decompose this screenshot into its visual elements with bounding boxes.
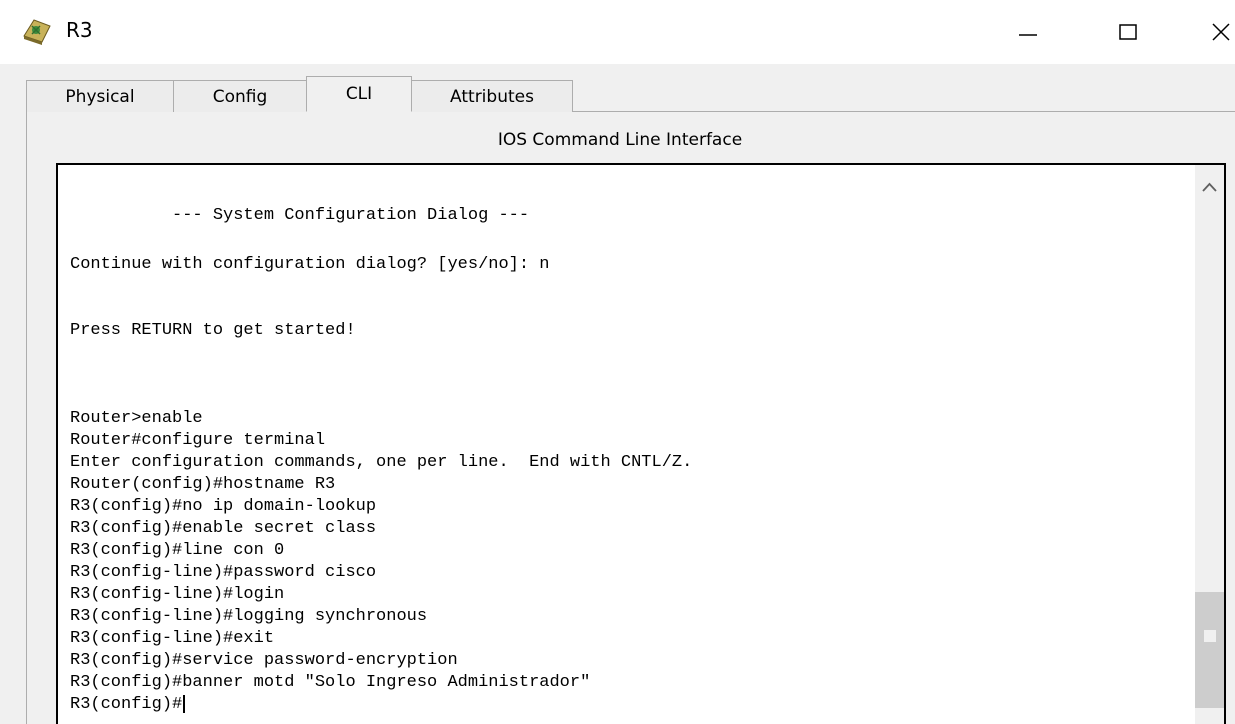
terminal-line: Router(config)#hostname R3 xyxy=(70,475,336,494)
terminal-line: Enter configuration commands, one per li… xyxy=(70,453,693,472)
terminal-line: R3(config-line)#logging synchronous xyxy=(70,607,428,626)
tab-config[interactable]: Config xyxy=(173,80,307,112)
tab-physical[interactable]: Physical xyxy=(26,80,174,112)
scroll-up-arrow-icon[interactable] xyxy=(1201,181,1218,193)
terminal-line: R3(config)#service password-encryption xyxy=(70,651,458,670)
maximize-button[interactable] xyxy=(1096,0,1160,64)
terminal-line: R3(config)#enable secret class xyxy=(70,519,377,538)
terminal-line: Press RETURN to get started! xyxy=(70,321,356,340)
text-cursor xyxy=(183,694,186,713)
panel-title: IOS Command Line Interface xyxy=(497,130,743,150)
scrollbar-grip xyxy=(1204,630,1216,642)
vertical-scrollbar[interactable] xyxy=(1195,165,1224,724)
tab-bar: Physical Config CLI Attributes xyxy=(26,76,573,112)
close-button[interactable] xyxy=(1196,0,1235,64)
router-app-icon xyxy=(23,19,51,45)
minimize-icon xyxy=(1019,34,1037,36)
terminal-line: Router>enable xyxy=(70,409,203,428)
maximize-icon xyxy=(1119,24,1137,40)
scrollbar-thumb[interactable] xyxy=(1195,592,1224,708)
terminal-output[interactable]: --- System Configuration Dialog --- Cont… xyxy=(70,165,1170,724)
terminal-line: R3(config)#line con 0 xyxy=(70,541,285,560)
terminal-line: R3(config-line)#login xyxy=(70,585,285,604)
tab-cli[interactable]: CLI xyxy=(306,76,412,112)
terminal-prompt-line[interactable]: R3(config)# xyxy=(70,694,186,716)
terminal-line: R3(config-line)#password cisco xyxy=(70,563,377,582)
device-window: R3 Physical Config CLI Attributes IOS Co… xyxy=(0,0,1235,724)
title-bar: R3 xyxy=(0,0,1235,64)
tab-attributes[interactable]: Attributes xyxy=(411,80,573,112)
terminal-line: R3(config)#no ip domain-lookup xyxy=(70,497,377,516)
cli-terminal[interactable]: --- System Configuration Dialog --- Cont… xyxy=(56,163,1226,724)
terminal-line: --- System Configuration Dialog --- xyxy=(70,206,530,225)
window-title: R3 xyxy=(66,18,93,42)
minimize-button[interactable] xyxy=(996,0,1060,64)
close-icon xyxy=(1212,23,1230,41)
terminal-prompt: R3(config)# xyxy=(70,695,183,714)
terminal-line: Continue with configuration dialog? [yes… xyxy=(70,255,550,274)
terminal-line: R3(config)#banner motd "Solo Ingreso Adm… xyxy=(70,673,591,692)
terminal-line: R3(config-line)#exit xyxy=(70,629,275,648)
terminal-line: Router#configure terminal xyxy=(70,431,326,450)
